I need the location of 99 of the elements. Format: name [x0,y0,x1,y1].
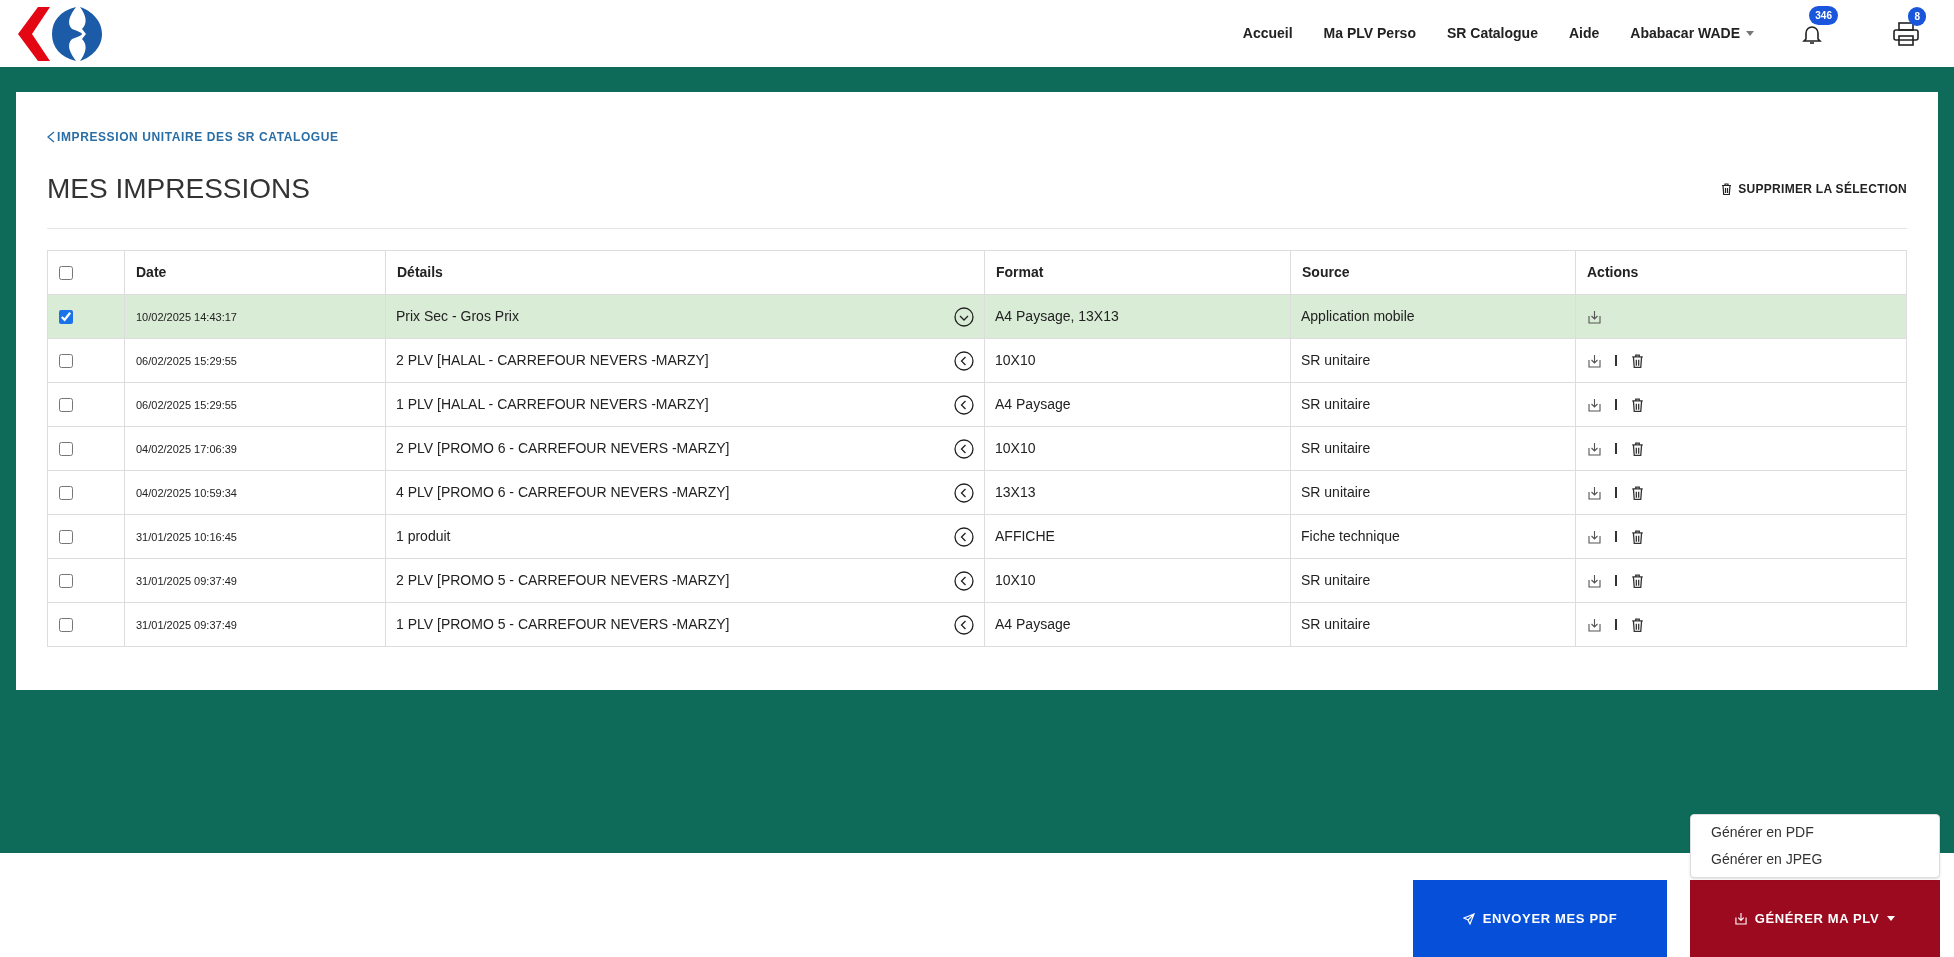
menu-item[interactable]: Générer en PDF [1691,819,1939,846]
notification-count: 346 [1809,5,1838,25]
send-icon [1462,912,1475,925]
format-text: A4 Paysage [995,616,1071,632]
delete-selection-button[interactable]: SUPPRIMER LA SÉLECTION [1721,180,1907,198]
table-row[interactable]: 31/01/2025 10:16:45 1 produit AFFICHE Fiche technique [47,514,1907,559]
format-text: 13X13 [995,484,1036,500]
details-text: 2 PLV [PROMO 5 - CARREFOUR NEVERS -MARZY] [396,571,730,590]
checkbox[interactable] [59,441,73,456]
download-icon[interactable] [1588,397,1601,412]
checkbox[interactable] [59,397,73,412]
date-text: 06/02/2025 15:29:55 [136,399,237,411]
source-text: SR unitaire [1301,440,1371,456]
nav-link[interactable]: Aide [1568,23,1600,44]
send-pdf-button[interactable]: ENVOYER MES PDF [1413,880,1667,957]
trash-icon[interactable] [1630,397,1644,412]
date-text: 04/02/2025 17:06:39 [136,443,237,455]
user-menu[interactable]: Ababacar WADE [1630,23,1754,44]
column-header: Actions [1587,264,1639,280]
chevron-left-circle-icon[interactable] [954,570,974,591]
download-icon[interactable] [1588,353,1601,368]
checkbox[interactable] [59,265,73,280]
date-text: 06/02/2025 15:29:55 [136,355,237,367]
table-row[interactable]: 04/02/2025 10:59:34 4 PLV [PROMO 6 - CARREFOUR NEVERS -MARZY] 13X13 SR unitaire [47,470,1907,515]
column-header: Date [136,264,167,280]
date-text: 10/02/2025 14:43:17 [136,311,237,323]
details-text: 4 PLV [PROMO 6 - CARREFOUR NEVERS -MARZY] [396,483,730,502]
chevron-left-circle-icon[interactable] [954,482,974,503]
trash-icon [1721,183,1733,195]
table-row[interactable]: 06/02/2025 15:29:55 2 PLV [HALAL - CARREFOUR NEVERS -MARZY] 10X10 SR unitaire [47,338,1907,383]
details-text: 2 PLV [HALAL - CARREFOUR NEVERS -MARZY] [396,351,709,370]
trash-icon[interactable] [1630,353,1644,368]
trash-icon[interactable] [1630,485,1644,500]
chevron-left-circle-icon[interactable] [954,526,974,547]
checkbox[interactable] [59,617,73,632]
caret-icon [1746,31,1754,36]
chevron-down-circle-icon[interactable] [954,306,974,327]
details-text: 1 produit [396,527,451,546]
trash-icon[interactable] [1630,529,1644,544]
download-icon[interactable] [1588,485,1601,500]
caret-icon [1887,916,1896,921]
trash-icon[interactable] [1630,617,1644,632]
printer-icon[interactable] [1892,20,1920,47]
chevron-left-icon [47,131,55,143]
source-text: SR unitaire [1301,352,1371,368]
source-text: Application mobile [1301,308,1415,324]
page-title: MES IMPRESSIONS [47,172,310,206]
column-header: Source [1302,264,1350,280]
date-text: 31/01/2025 09:37:49 [136,619,237,631]
download-icon[interactable] [1588,617,1601,632]
source-text: SR unitaire [1301,484,1371,500]
format-text: 10X10 [995,440,1036,456]
chevron-left-circle-icon[interactable] [954,614,974,635]
table-row[interactable]: 31/01/2025 09:37:49 2 PLV [PROMO 5 - CARREFOUR NEVERS -MARZY] 10X10 SR unitaire [47,558,1907,603]
trash-icon[interactable] [1630,573,1644,588]
format-text: A4 Paysage, 13X13 [995,308,1119,324]
checkbox[interactable] [59,353,73,368]
checkbox[interactable] [59,573,73,588]
chevron-left-circle-icon[interactable] [954,394,974,415]
download-icon[interactable] [1588,529,1601,544]
download-icon[interactable] [1588,309,1601,324]
nav-link[interactable]: Ma PLV Perso [1323,23,1416,44]
details-text: 2 PLV [PROMO 6 - CARREFOUR NEVERS -MARZY] [396,439,730,458]
download-icon[interactable] [1588,441,1601,456]
table-row[interactable]: 10/02/2025 14:43:17 Prix Sec - Gros Prix A4 Paysage, 13X13 Application mobile [47,294,1907,339]
chevron-left-circle-icon[interactable] [954,350,974,371]
download-icon [1734,912,1747,925]
column-header: Format [996,264,1044,280]
trash-icon[interactable] [1630,441,1644,456]
format-text: A4 Paysage [995,396,1071,412]
date-text: 31/01/2025 09:37:49 [136,575,237,587]
format-text: 10X10 [995,352,1036,368]
format-text: 10X10 [995,572,1036,588]
checkbox[interactable] [59,529,73,544]
table-row[interactable]: 31/01/2025 09:37:49 1 PLV [PROMO 5 - CARREFOUR NEVERS -MARZY] A4 Paysage SR unitaire [47,602,1907,647]
menu-item[interactable]: Générer en JPEG [1691,846,1939,873]
source-text: SR unitaire [1301,396,1371,412]
nav-link[interactable]: Accueil [1242,23,1293,44]
details-text: 1 PLV [PROMO 5 - CARREFOUR NEVERS -MARZY] [396,615,730,634]
format-text: AFFICHE [995,528,1055,544]
source-text: Fiche technique [1301,528,1400,544]
details-text: Prix Sec - Gros Prix [396,307,519,326]
source-text: SR unitaire [1301,616,1371,632]
checkbox[interactable] [59,309,73,324]
date-text: 31/01/2025 10:16:45 [136,531,237,543]
generate-plv-button[interactable]: GÉNÉRER MA PLV [1690,880,1940,957]
checkbox[interactable] [59,485,73,500]
print-count: 8 [1908,6,1926,26]
table-row[interactable]: 06/02/2025 15:29:55 1 PLV [HALAL - CARREFOUR NEVERS -MARZY] A4 Paysage SR unitaire [47,382,1907,427]
chevron-left-circle-icon[interactable] [954,438,974,459]
details-text: 1 PLV [HALAL - CARREFOUR NEVERS -MARZY] [396,395,709,414]
column-header: Détails [397,264,443,280]
download-icon[interactable] [1588,573,1601,588]
back-link[interactable]: IMPRESSION UNITAIRE DES SR CATALOGUE [47,128,339,146]
logo-icon[interactable] [16,4,104,63]
nav-link[interactable]: SR Catalogue [1446,23,1538,44]
table-row[interactable]: 04/02/2025 17:06:39 2 PLV [PROMO 6 - CARREFOUR NEVERS -MARZY] 10X10 SR unitaire [47,426,1907,471]
source-text: SR unitaire [1301,572,1371,588]
date-text: 04/02/2025 10:59:34 [136,487,237,499]
